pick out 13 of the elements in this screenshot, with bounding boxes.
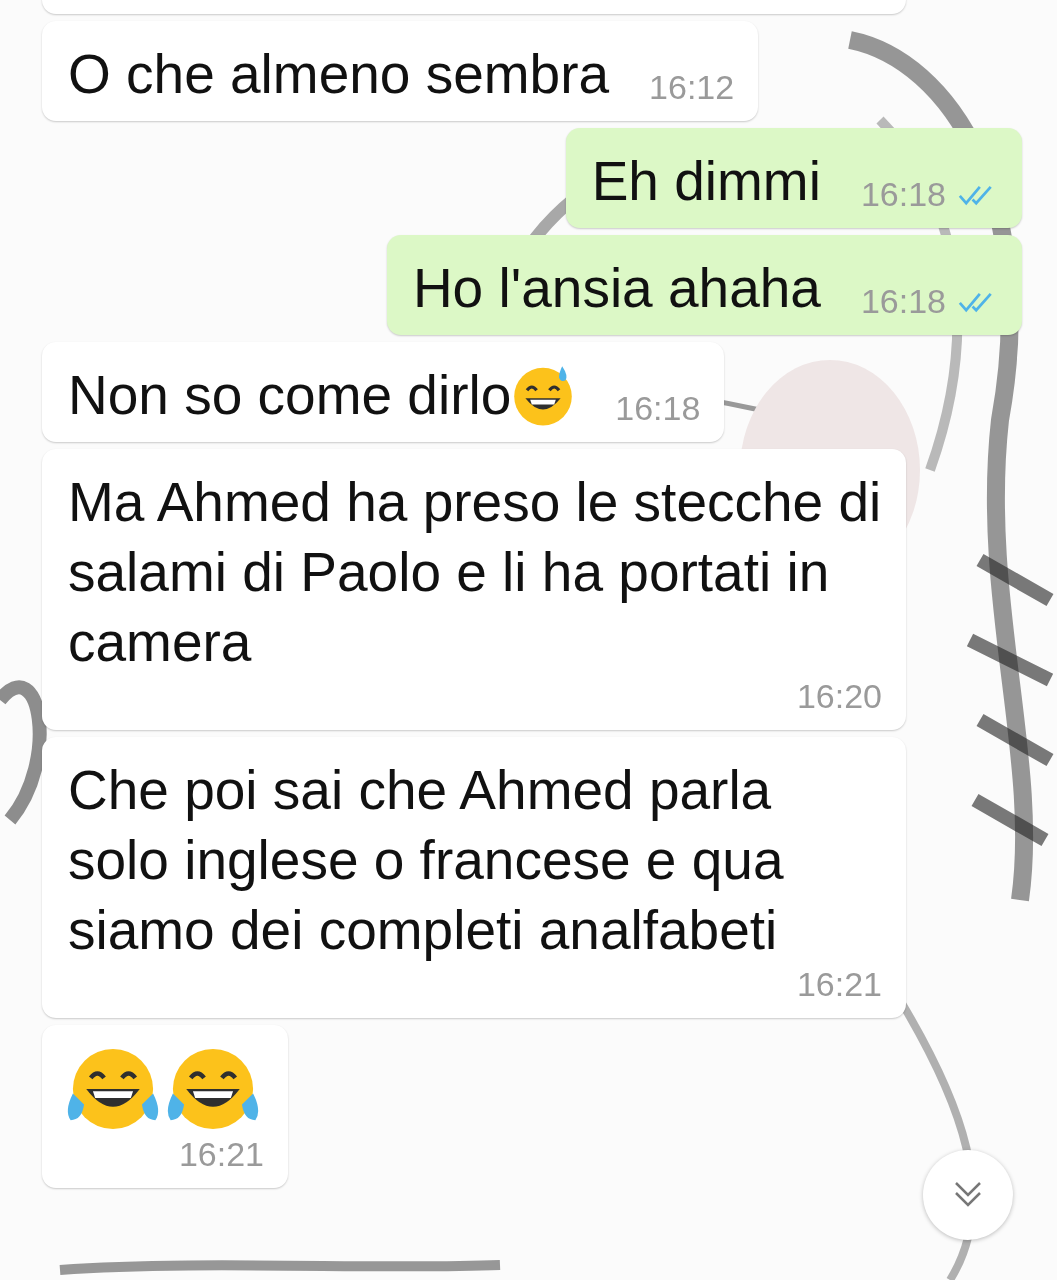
message-time: 16:21 bbox=[178, 1135, 264, 1174]
message-time: 16:18 bbox=[615, 389, 701, 428]
message-text: Eh dimmi bbox=[591, 149, 821, 214]
message-time: 16:18 bbox=[860, 175, 946, 214]
message-text: Ho l'ansia ahaha bbox=[412, 256, 821, 321]
message-time: 16:18 bbox=[860, 282, 946, 321]
message-time: 16:21 bbox=[796, 965, 882, 1004]
message-time: 16:12 bbox=[649, 68, 735, 107]
message-text: Ma Ahmed ha preso le stecche di salami di Paolo e li ha portati in camera bbox=[68, 470, 882, 675]
message-text: Non so come dirlo bbox=[68, 363, 512, 428]
message-text: O che almeno sembra bbox=[68, 42, 610, 107]
message-text: Che poi sai che Ahmed parla solo inglese o francese e qua siamo dei completi analfabeti bbox=[68, 758, 785, 963]
message-time: 16:20 bbox=[796, 677, 882, 716]
